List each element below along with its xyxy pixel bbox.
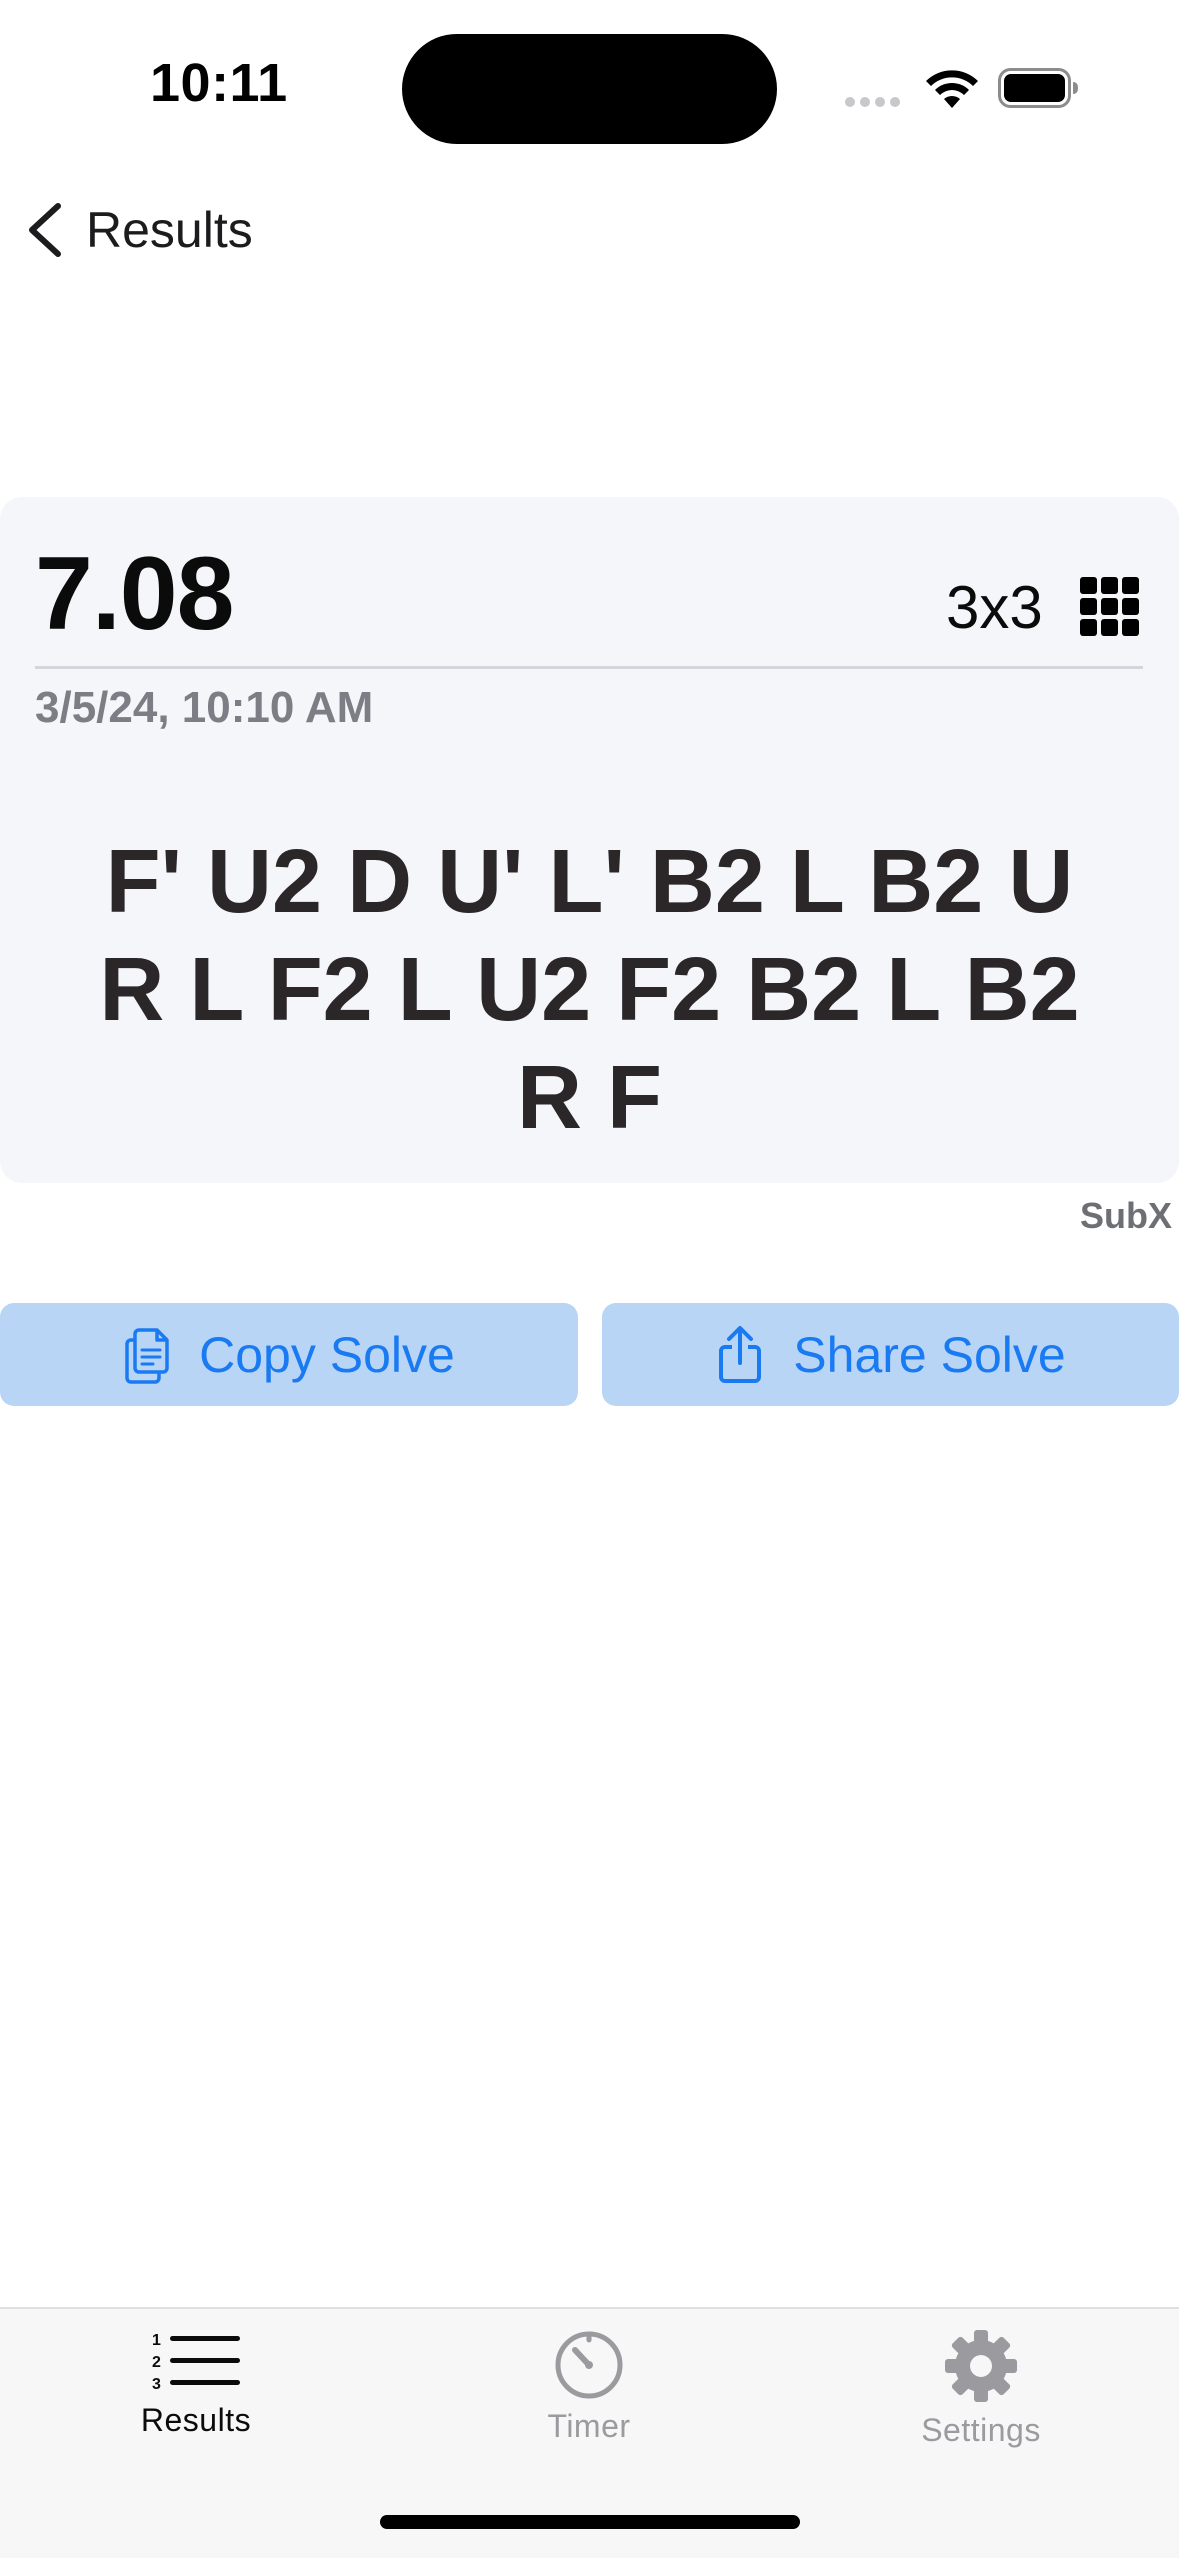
timer-icon <box>555 2331 623 2399</box>
copy-solve-label: Copy Solve <box>199 1326 455 1383</box>
card-divider <box>35 666 1143 669</box>
solve-date: 3/5/24, 10:10 AM <box>35 683 374 732</box>
solve-time: 7.08 <box>35 536 234 652</box>
share-solve-button[interactable]: Share Solve <box>602 1303 1179 1406</box>
cellular-signal-icon <box>845 94 905 108</box>
share-solve-label: Share Solve <box>793 1326 1066 1383</box>
numbered-list-icon: 1 2 3 <box>152 2332 240 2393</box>
tab-results[interactable]: 1 2 3 Results <box>66 2318 326 2458</box>
session-name: SubX <box>1080 1195 1173 1236</box>
gear-icon <box>945 2330 1017 2402</box>
chevron-left-icon <box>29 203 61 257</box>
tab-timer-label: Timer <box>547 2408 631 2444</box>
battery-icon <box>998 68 1078 108</box>
tab-timer[interactable]: Timer <box>459 2318 719 2458</box>
tab-settings[interactable]: Settings <box>851 2318 1111 2458</box>
svg-text:2: 2 <box>152 2354 161 2371</box>
wifi-icon <box>926 70 978 108</box>
status-bar-time: 10:11 <box>150 53 288 113</box>
scramble-text: F' U2 D U' L' B2 L B2 U R L F2 L U2 F2 B… <box>99 832 1080 1148</box>
grid-3x3-icon <box>1080 577 1139 636</box>
tab-results-label: Results <box>140 2402 252 2438</box>
home-indicator <box>380 2515 800 2529</box>
share-icon <box>719 1325 762 1383</box>
dynamic-island <box>402 34 777 144</box>
copy-solve-button[interactable]: Copy Solve <box>0 1303 578 1406</box>
puzzle-type-label: 3x3 <box>946 574 1043 641</box>
back-button[interactable]: Results <box>22 190 253 270</box>
svg-text:1: 1 <box>152 2332 161 2349</box>
tab-settings-label: Settings <box>921 2412 1041 2448</box>
back-button-label: Results <box>86 202 253 258</box>
svg-text:3: 3 <box>152 2376 161 2393</box>
copy-icon <box>125 1327 169 1384</box>
